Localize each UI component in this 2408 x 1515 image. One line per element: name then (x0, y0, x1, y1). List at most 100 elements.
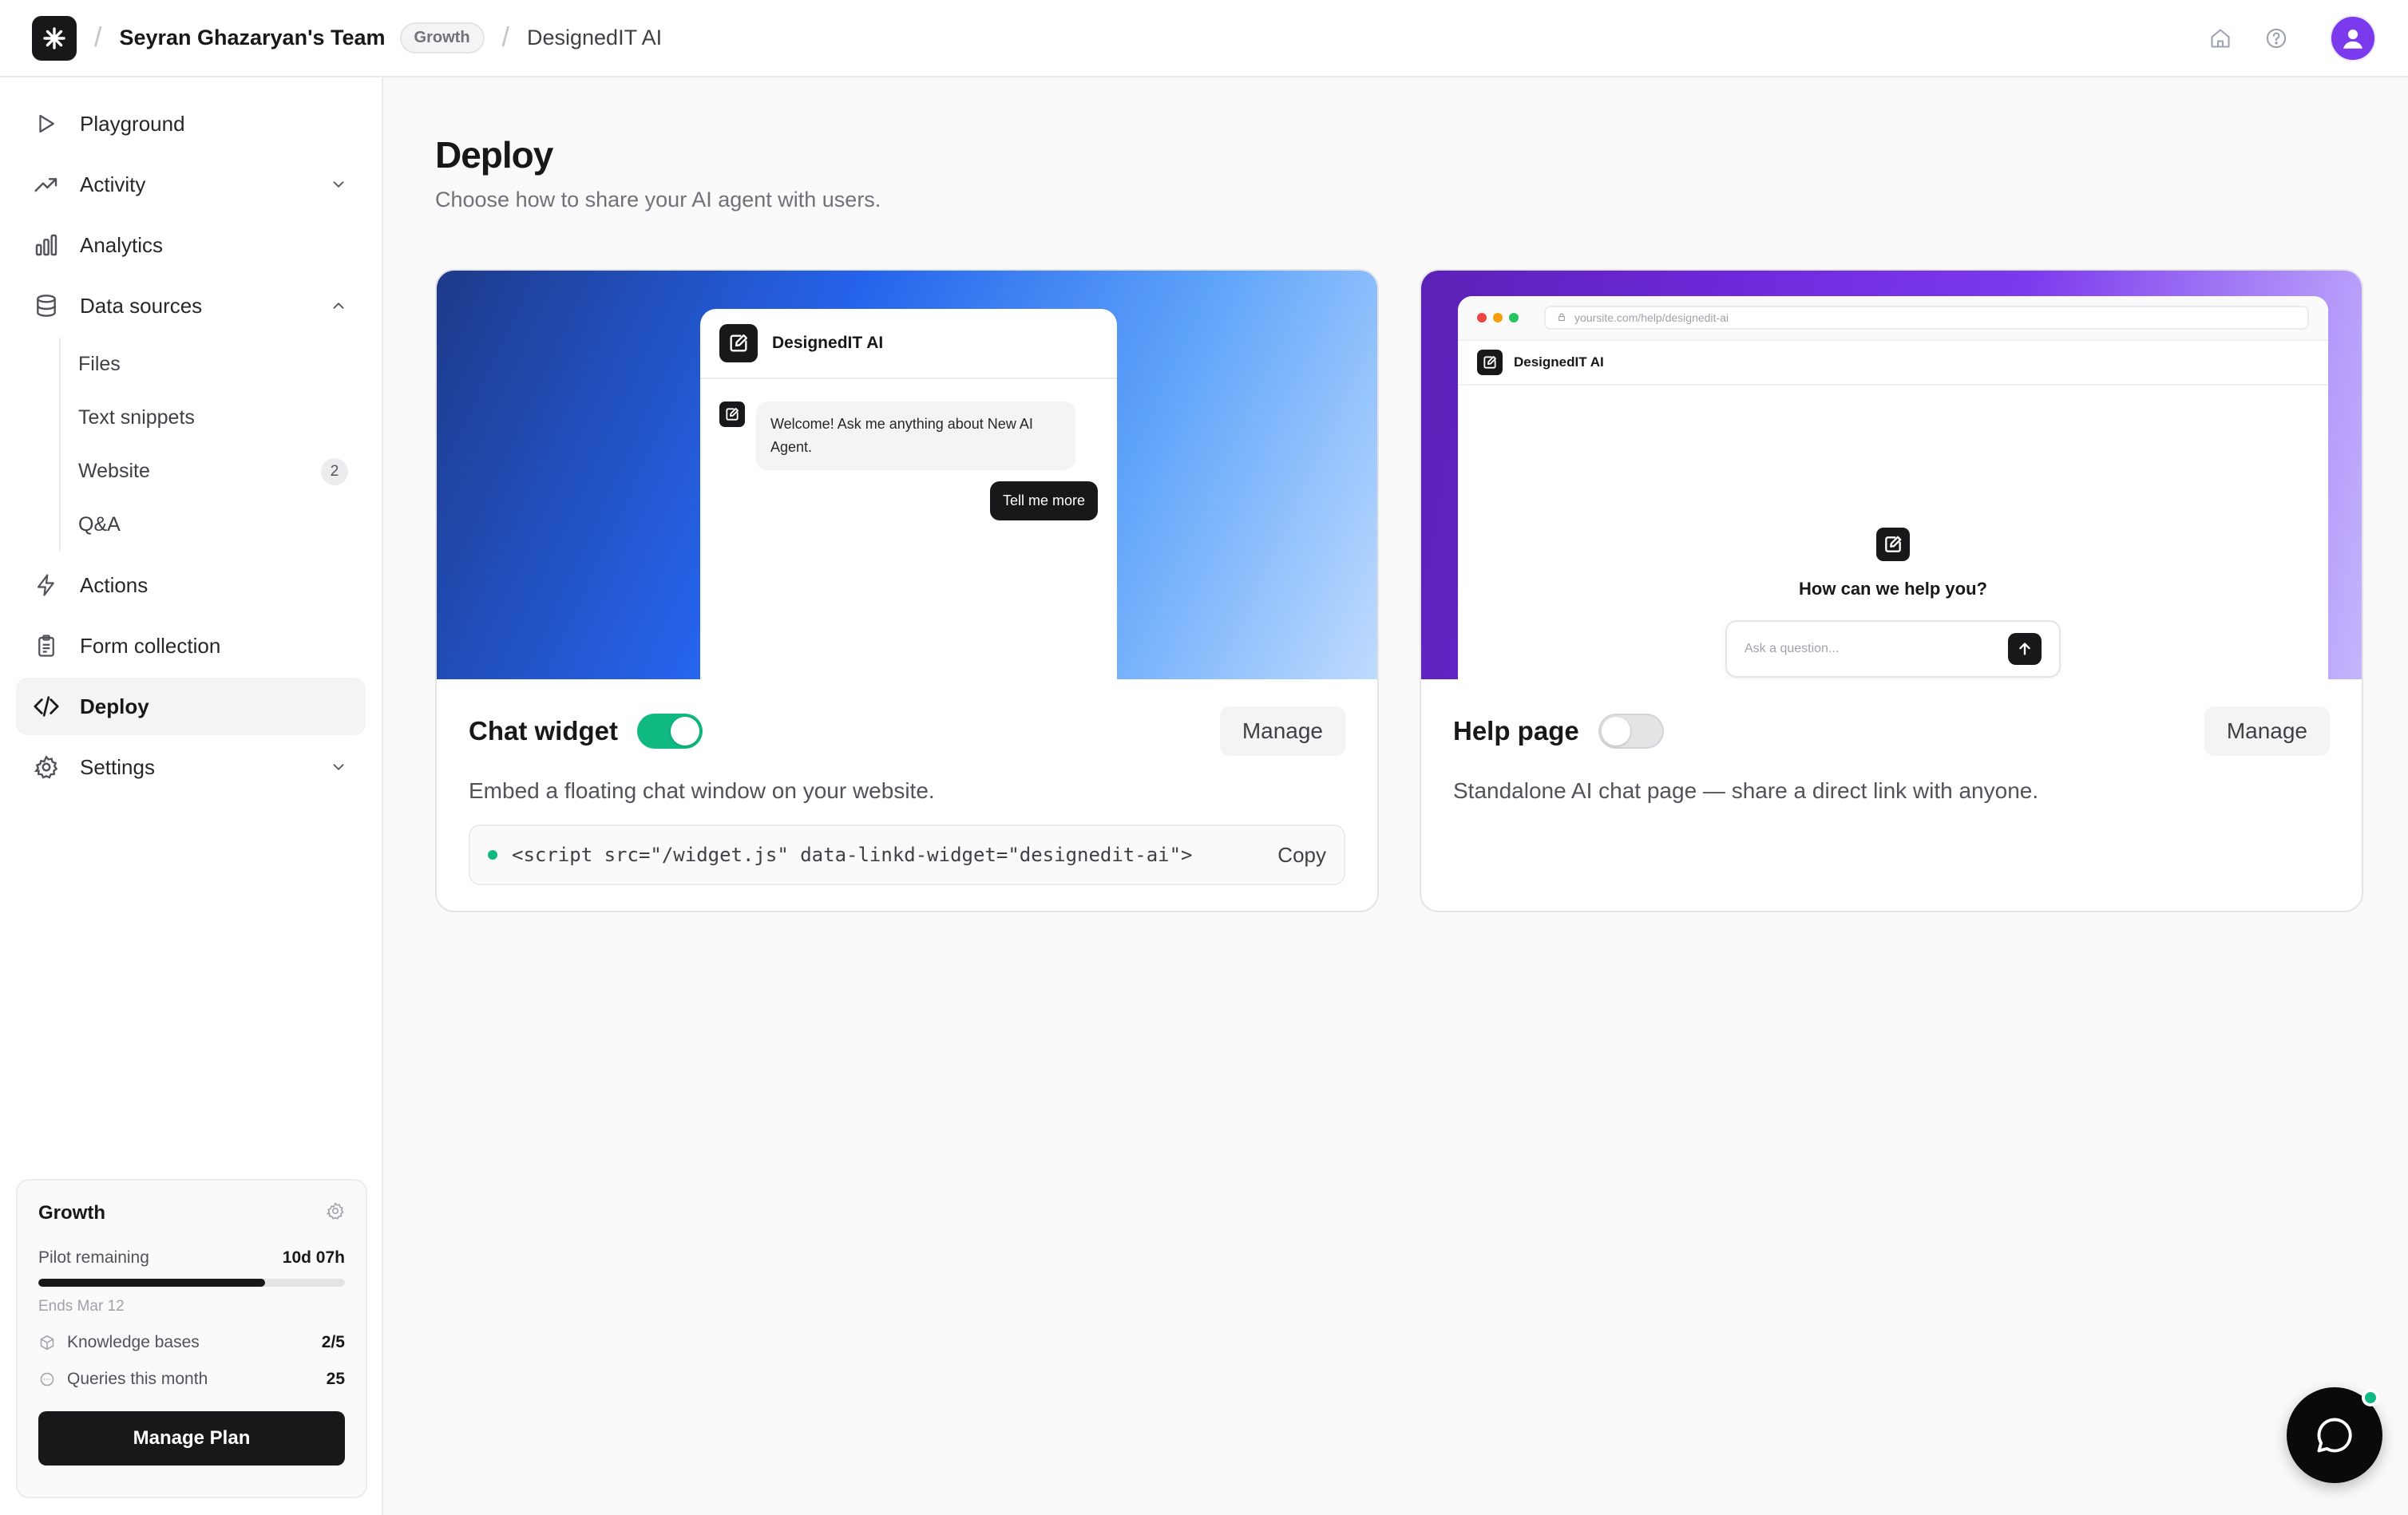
project-name[interactable]: DesignedIT AI (527, 26, 662, 50)
pilot-remaining-label: Pilot remaining (38, 1248, 149, 1267)
sidebar-nav: Playground Activity Analytics Data sourc… (0, 77, 382, 796)
plan-badge: Growth (399, 22, 485, 53)
queries-value: 25 (326, 1370, 345, 1388)
chat-bubble-icon (2317, 1418, 2352, 1453)
sidebar-subitem-files[interactable]: Files (61, 338, 366, 391)
help-page-title: Help page (1453, 716, 1579, 746)
brand-logo-icon (1876, 528, 1910, 561)
clipboard-icon (32, 631, 61, 660)
gear-icon (32, 753, 61, 781)
database-icon (32, 291, 61, 320)
sidebar-item-label: Playground (80, 111, 185, 136)
sidebar-item-label: Analytics (80, 232, 164, 257)
help-page-center: How can we help you? Ask a question... (1458, 528, 2328, 678)
pilot-remaining-row: Pilot remaining 10d 07h (38, 1248, 345, 1268)
chevron-down-icon[interactable] (327, 756, 350, 778)
send-button (2008, 633, 2042, 665)
sidebar: Playground Activity Analytics Data sourc… (0, 77, 383, 1515)
arrow-up-icon (2019, 643, 2030, 655)
widget-header: DesignedIT AI (700, 309, 1117, 379)
help-page-footer: Help page Manage Standalone AI chat page… (1421, 679, 2362, 911)
chat-widget-toggle[interactable] (637, 714, 703, 749)
chat-widget-footer: Chat widget Manage Embed a floating chat… (437, 679, 1377, 911)
bot-message-bubble: Welcome! Ask me anything about New AI Ag… (756, 401, 1075, 470)
top-bar: / Seyran Ghazaryan's Team Growth / Desig… (0, 0, 2408, 77)
play-icon (32, 109, 61, 138)
page-title: Deploy (435, 134, 553, 176)
status-dot (488, 850, 497, 860)
help-icon[interactable] (2263, 25, 2290, 52)
asterisk-logo-icon (43, 26, 65, 49)
bot-message-row: Welcome! Ask me anything about New AI Ag… (700, 379, 1117, 470)
sidebar-item-activity[interactable]: Activity (16, 156, 366, 213)
knowledge-bases-label: Knowledge bases (67, 1333, 200, 1351)
manage-plan-button[interactable]: Manage Plan (38, 1411, 345, 1466)
sidebar-item-form-collection[interactable]: Form collection (16, 617, 366, 674)
plan-card-header: Growth (38, 1201, 345, 1224)
help-page-card: yoursite.com/help/designedit-ai Designed… (1420, 269, 2363, 912)
sidebar-item-data-sources[interactable]: Data sources (16, 277, 366, 334)
home-icon[interactable] (2207, 25, 2234, 52)
sidebar-item-deploy[interactable]: Deploy (16, 678, 366, 735)
embed-code-snippet[interactable]: <script src="/widget.js" data-linkd-widg… (512, 844, 1193, 866)
data-sources-subnav: Files Text snippets Website 2 Q&A (59, 338, 366, 552)
sidebar-subitem-label: Files (78, 353, 121, 375)
chat-widget-description: Embed a floating chat window on your web… (469, 778, 935, 803)
sidebar-subitem-text-snippets[interactable]: Text snippets (61, 391, 366, 445)
queries-label: Queries this month (67, 1370, 208, 1388)
sidebar-item-label: Form collection (80, 633, 221, 658)
brand-logo-icon (719, 324, 758, 362)
user-avatar[interactable] (2330, 14, 2376, 61)
sidebar-subitem-label: Website (78, 460, 150, 482)
queries-row: Queries this month 25 (38, 1370, 345, 1389)
window-close-dot (1477, 313, 1487, 322)
chat-widget-card: DesignedIT AI Welcome! Ask me anything a… (435, 269, 1379, 912)
count-badge: 2 (321, 457, 348, 485)
sidebar-subitem-qa[interactable]: Q&A (61, 498, 366, 552)
copy-code-button[interactable]: Copy (1277, 843, 1326, 868)
message-icon (38, 1371, 56, 1388)
main-content: Deploy Choose how to share your AI agent… (385, 77, 2408, 1515)
team-name[interactable]: Seyran Ghazaryan's Team (119, 26, 385, 50)
pilot-progress-bar (38, 1279, 345, 1287)
app-logo[interactable] (32, 15, 77, 61)
help-page-description: Standalone AI chat page — share a direct… (1453, 778, 2039, 803)
code-icon (32, 692, 61, 721)
plan-card: Growth Pilot remaining 10d 07h Ends Mar … (16, 1179, 367, 1498)
sidebar-item-label: Data sources (80, 293, 203, 318)
url-bar: yoursite.com/help/designedit-ai (1544, 306, 2309, 330)
knowledge-bases-row: Knowledge bases 2/5 (38, 1333, 345, 1352)
sidebar-item-settings[interactable]: Settings (16, 738, 366, 796)
widget-mock: DesignedIT AI Welcome! Ask me anything a… (700, 309, 1117, 679)
sidebar-item-analytics[interactable]: Analytics (16, 216, 366, 274)
chevron-up-icon[interactable] (327, 295, 350, 317)
ask-question-input: Ask a question... (1725, 620, 2061, 678)
toggle-knob (1601, 717, 1630, 746)
knowledge-bases-value: 2/5 (321, 1333, 345, 1351)
top-actions (2207, 14, 2376, 61)
chevron-down-icon[interactable] (327, 173, 350, 196)
help-page-preview: yoursite.com/help/designedit-ai Designed… (1421, 271, 2362, 679)
sidebar-subitem-website[interactable]: Website 2 (61, 445, 366, 498)
chat-launcher-button[interactable] (2287, 1387, 2382, 1483)
user-message-bubble: Tell me more (989, 481, 1098, 520)
breadcrumb-separator: / (94, 22, 102, 53)
embed-code-box: <script src="/widget.js" data-linkd-widg… (469, 825, 1345, 885)
browser-mock: yoursite.com/help/designedit-ai Designed… (1458, 296, 2328, 679)
brand-logo-icon (1477, 350, 1503, 375)
help-page-manage-button[interactable]: Manage (2204, 706, 2330, 756)
page-subtitle: Choose how to share your AI agent with u… (435, 188, 881, 212)
sidebar-item-label: Activity (80, 172, 146, 196)
sidebar-item-actions[interactable]: Actions (16, 556, 366, 614)
help-page-toggle[interactable] (1598, 714, 1664, 749)
help-page-brand-bar: DesignedIT AI (1458, 341, 2328, 386)
app-root: / Seyran Ghazaryan's Team Growth / Desig… (0, 0, 2408, 1515)
chat-widget-manage-button[interactable]: Manage (1219, 706, 1345, 756)
chat-widget-preview: DesignedIT AI Welcome! Ask me anything a… (437, 271, 1377, 679)
lock-icon (1557, 311, 1566, 324)
trend-icon (32, 170, 61, 199)
bot-avatar-icon (719, 401, 745, 427)
plan-settings-icon[interactable] (326, 1201, 345, 1224)
help-page-header: Help page Manage (1453, 679, 2330, 783)
sidebar-item-playground[interactable]: Playground (16, 95, 366, 152)
